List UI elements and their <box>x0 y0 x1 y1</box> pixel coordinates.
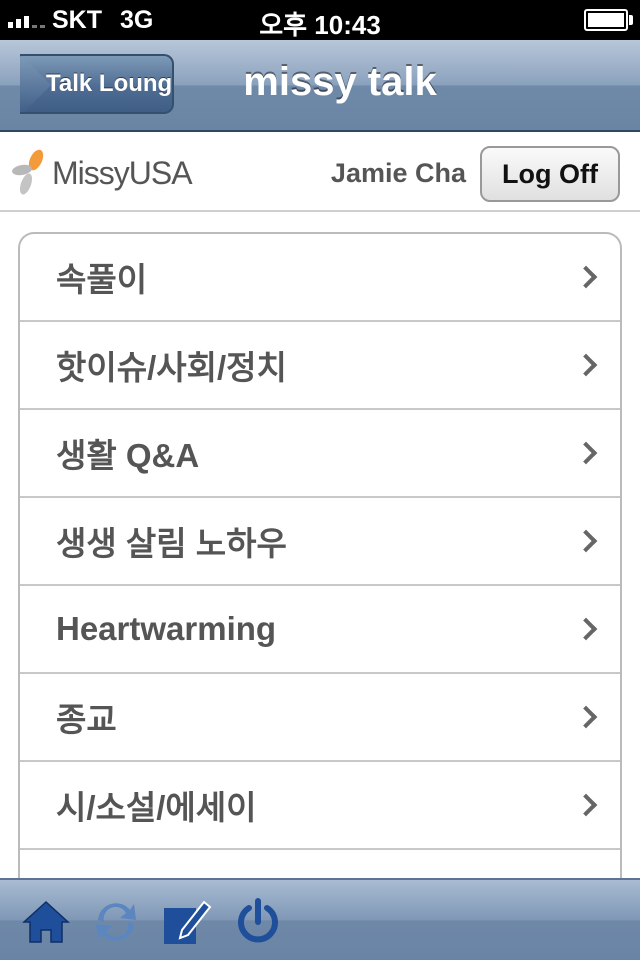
list-item-label: Heartwarming <box>56 610 277 647</box>
battery-icon <box>584 9 628 31</box>
back-button-label: Talk Lounge <box>46 70 174 97</box>
logo-mark-icon <box>12 149 44 195</box>
chevron-right-icon <box>574 705 598 729</box>
navigation-bar: Talk Lounge missy talk <box>0 40 640 132</box>
status-clock: 오후 10:43 <box>259 10 381 40</box>
list-item-label: 시/소설/에세이 <box>56 789 257 826</box>
chevron-right-icon <box>574 265 598 289</box>
log-off-button[interactable]: Log Off <box>480 146 620 202</box>
missyusa-logo[interactable]: MissyUSA <box>12 148 193 198</box>
page-title: missy talk <box>243 60 437 104</box>
refresh-icon[interactable] <box>90 896 142 948</box>
back-button[interactable]: Talk Lounge <box>20 54 174 114</box>
compose-icon[interactable] <box>160 896 212 948</box>
list-item[interactable]: 종교 <box>20 674 620 762</box>
chevron-right-icon <box>574 529 598 553</box>
user-name: Jamie Cha <box>330 158 466 188</box>
status-bar: SKT 3G 오후 10:43 <box>0 0 640 40</box>
list-item-label: 종교 <box>56 701 117 738</box>
account-header: MissyUSA Jamie Cha Log Off <box>0 134 640 212</box>
bottom-toolbar <box>0 878 640 960</box>
list-item-label: 핫이슈/사회/정치 <box>56 349 287 386</box>
board-list: 속풀이 핫이슈/사회/정치 생활 Q&A 생생 살림 노하우 Heartwarm… <box>18 232 622 892</box>
chevron-right-icon <box>574 441 598 465</box>
list-item-label: 생활 Q&A <box>56 437 200 474</box>
chevron-right-icon <box>574 617 598 641</box>
chevron-right-icon <box>574 793 598 817</box>
power-icon[interactable] <box>232 896 284 948</box>
list-item[interactable]: 핫이슈/사회/정치 <box>20 322 620 410</box>
logo-text: MissyUSA <box>52 154 193 191</box>
list-item[interactable]: 생생 살림 노하우 <box>20 498 620 586</box>
list-item-label: 생생 살림 노하우 <box>56 525 287 562</box>
chevron-right-icon <box>574 353 598 377</box>
battery-tip <box>629 15 633 25</box>
list-item-label: 속풀이 <box>56 261 148 298</box>
list-item[interactable]: Heartwarming <box>20 586 620 674</box>
list-item[interactable]: 생활 Q&A <box>20 410 620 498</box>
list-item[interactable]: 시/소설/에세이 <box>20 762 620 850</box>
home-icon[interactable] <box>20 896 72 948</box>
list-item[interactable]: 속풀이 <box>20 234 620 322</box>
